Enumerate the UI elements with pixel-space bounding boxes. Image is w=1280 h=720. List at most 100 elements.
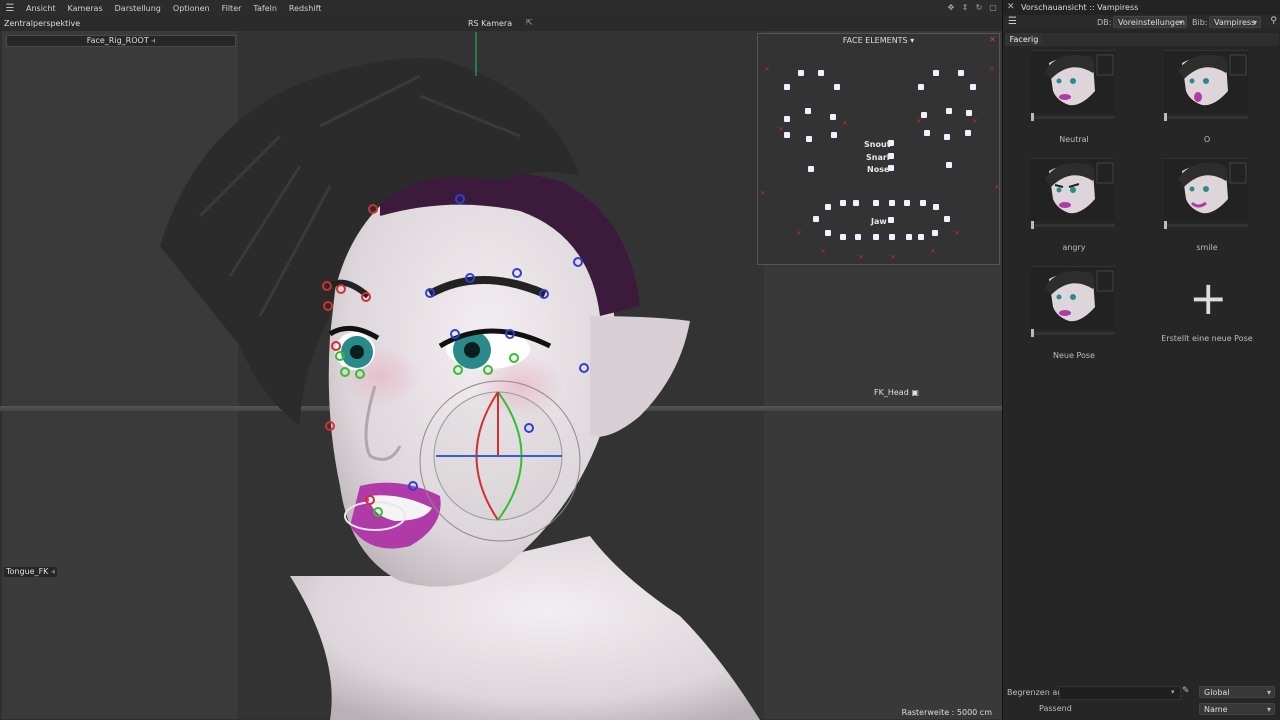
- face-ctrl-square[interactable]: [805, 108, 811, 114]
- pose-label-o[interactable]: O: [1147, 135, 1267, 144]
- menu-tafeln[interactable]: Tafeln: [247, 4, 283, 13]
- face-ctrl-square[interactable]: [958, 70, 964, 76]
- limit-x-icon: ×: [916, 117, 922, 125]
- face-ctrl-square[interactable]: [918, 234, 924, 240]
- zoom-view-icon[interactable]: ⇕: [960, 2, 970, 13]
- face-ctrl-square[interactable]: [924, 130, 930, 136]
- face-ctrl-square[interactable]: [784, 116, 790, 122]
- fk-head-control[interactable]: FK_Head ▣: [872, 388, 921, 398]
- face-ctrl-square[interactable]: [873, 200, 879, 206]
- close-icon[interactable]: ✕: [1007, 2, 1015, 12]
- face-ctrl-square[interactable]: [904, 200, 910, 206]
- face-ctrl-square[interactable]: [889, 234, 895, 240]
- hamburger-icon[interactable]: ☰: [0, 3, 20, 14]
- pose-weight-slider[interactable]: [1164, 221, 1167, 229]
- pose-weight-slider[interactable]: [1164, 113, 1167, 121]
- limit-input[interactable]: [1059, 686, 1181, 700]
- face-ctrl-square[interactable]: [966, 110, 972, 116]
- pose-thumb-o[interactable]: [1164, 50, 1250, 128]
- hamburger-icon[interactable]: ☰: [1008, 16, 1017, 27]
- face-ctrl-square[interactable]: [970, 84, 976, 90]
- face-ctrl-square[interactable]: [808, 166, 814, 172]
- chevron-down-icon: ▾: [910, 36, 915, 45]
- pin-icon[interactable]: ⚲: [1270, 16, 1277, 26]
- face-ctrl-square[interactable]: [806, 136, 812, 142]
- face-ctrl-square[interactable]: [889, 200, 895, 206]
- pose-panel-title: Vorschauansicht :: Vampiress: [1021, 3, 1139, 12]
- tongue-fk-control[interactable]: Tongue_FK ⫞: [4, 567, 57, 577]
- menu-filter[interactable]: Filter: [216, 4, 248, 13]
- face-rig-root-control[interactable]: Face_Rig_ROOT ⫞: [6, 35, 236, 47]
- db-select[interactable]: Voreinstellungen ▾: [1113, 16, 1187, 28]
- face-ctrl-square[interactable]: [818, 70, 824, 76]
- face-ctrl-square[interactable]: [946, 108, 952, 114]
- face-ctrl-square[interactable]: [813, 216, 819, 222]
- face-elements-title[interactable]: FACE ELEMENTS ▾: [758, 36, 999, 45]
- panel-corner-icon[interactable]: ✕: [989, 35, 996, 44]
- face-ctrl-square[interactable]: [965, 130, 971, 136]
- pose-thumb-smile[interactable]: [1164, 158, 1250, 236]
- pose-label-smile[interactable]: smile: [1147, 243, 1267, 252]
- rotate-view-icon[interactable]: ↻: [974, 2, 984, 13]
- pose-thumb-neutral[interactable]: [1031, 50, 1117, 128]
- face-ctrl-square[interactable]: [834, 84, 840, 90]
- face-ctrl-square[interactable]: [825, 204, 831, 210]
- face-ctrl-square[interactable]: [798, 70, 804, 76]
- face-ctrl-square[interactable]: [932, 230, 938, 236]
- db-label: DB:: [1097, 18, 1112, 27]
- face-ctrl-square[interactable]: [831, 132, 837, 138]
- pose-weight-slider[interactable]: [1031, 113, 1034, 121]
- face-ctrl-square[interactable]: [784, 132, 790, 138]
- face-ctrl-square[interactable]: [840, 234, 846, 240]
- fk-head-lock-icon: ▣: [911, 388, 919, 397]
- menu-redshift[interactable]: Redshift: [283, 4, 327, 13]
- sort-select[interactable]: Name ▾: [1199, 703, 1275, 715]
- move-view-icon[interactable]: ✥: [946, 2, 956, 13]
- menu-darstellung[interactable]: Darstellung: [109, 4, 167, 13]
- face-ctrl-square[interactable]: [840, 200, 846, 206]
- face-ctrl-square[interactable]: [873, 234, 879, 240]
- face-elements-panel[interactable]: FACE ELEMENTS ▾ ✕ × × × × × × × × × × × …: [757, 33, 1000, 265]
- add-pose-icon[interactable]: +: [1189, 275, 1228, 321]
- face-ctrl-square[interactable]: [944, 134, 950, 140]
- bib-select[interactable]: Vampiress ▾: [1209, 16, 1261, 28]
- limit-x-icon: ×: [890, 253, 896, 261]
- pose-weight-track: [1164, 224, 1248, 227]
- pose-label-neue-pose[interactable]: Neue Pose: [1014, 351, 1134, 360]
- ear-shape: [590, 316, 690, 437]
- pose-thumb-angry[interactable]: [1031, 158, 1117, 236]
- menu-kameras[interactable]: Kameras: [62, 4, 109, 13]
- scope-select[interactable]: Global ▾: [1199, 686, 1275, 698]
- face-ctrl-square[interactable]: [946, 162, 952, 168]
- 3d-viewport[interactable]: Zentralperspektive RS Kamera ⇱ Face_Rig_…: [0, 16, 1002, 720]
- menu-ansicht[interactable]: Ansicht: [20, 4, 62, 13]
- chevron-down-icon[interactable]: ▾: [1171, 688, 1175, 696]
- face-ctrl-square[interactable]: [920, 200, 926, 206]
- viewport-menubar: ☰ Ansicht Kameras Darstellung Optionen F…: [0, 0, 1002, 17]
- tab-facerig[interactable]: Facerig: [1005, 33, 1043, 46]
- face-ctrl-square[interactable]: [906, 234, 912, 240]
- pose-weight-slider[interactable]: [1031, 221, 1034, 229]
- snarl-label: Snarl: [866, 153, 890, 162]
- pose-label-neutral[interactable]: Neutral: [1014, 135, 1134, 144]
- face-ctrl-square[interactable]: [855, 234, 861, 240]
- face-ctrl-square[interactable]: [825, 230, 831, 236]
- jaw-ctrl[interactable]: [888, 217, 894, 223]
- face-ctrl-square[interactable]: [944, 216, 950, 222]
- face-ctrl-square[interactable]: [921, 112, 927, 118]
- menu-optionen[interactable]: Optionen: [167, 4, 216, 13]
- viewport-nav-icons: ✥ ⇕ ↻ ▢: [946, 2, 998, 13]
- create-new-pose-label[interactable]: Erstellt eine neue Pose: [1147, 334, 1267, 343]
- face-ctrl-square[interactable]: [784, 84, 790, 90]
- pose-thumb-neue-pose[interactable]: [1031, 266, 1117, 344]
- face-ctrl-square[interactable]: [830, 114, 836, 120]
- face-ctrl-square[interactable]: [933, 70, 939, 76]
- face-ctrl-square[interactable]: [853, 200, 859, 206]
- pose-weight-slider[interactable]: [1031, 329, 1034, 337]
- face-ctrl-square[interactable]: [918, 84, 924, 90]
- pipette-icon[interactable]: ✎: [1182, 686, 1190, 696]
- face-ctrl-square[interactable]: [933, 204, 939, 210]
- maximize-view-icon[interactable]: ▢: [988, 2, 998, 13]
- limit-x-icon: ×: [954, 229, 960, 237]
- pose-label-angry[interactable]: angry: [1014, 243, 1134, 252]
